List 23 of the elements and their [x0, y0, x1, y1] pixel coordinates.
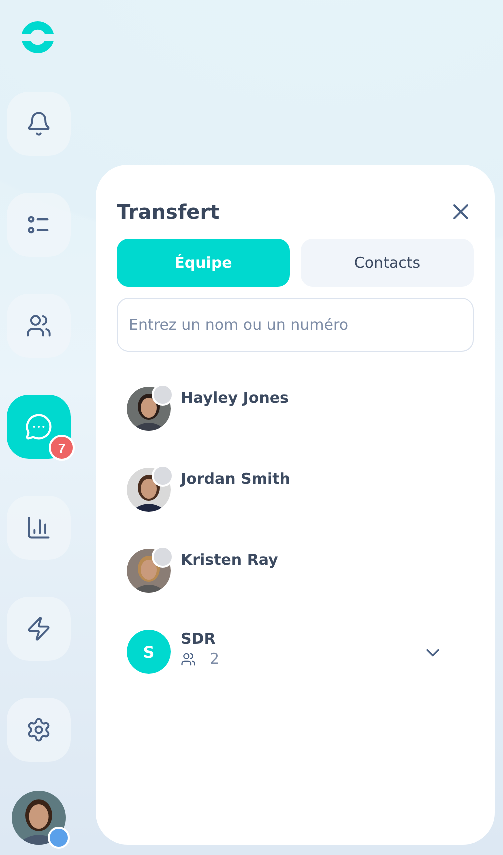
people-icon	[181, 652, 196, 666]
member-count: 2	[210, 650, 220, 668]
nav-button[interactable]	[7, 597, 71, 661]
group-avatar: S	[127, 630, 171, 674]
nav-button[interactable]	[7, 294, 71, 358]
tab[interactable]: Contacts	[301, 239, 474, 287]
contact-name[interactable]: Jordan Smith	[181, 470, 290, 488]
lightning-icon	[26, 616, 52, 642]
settings-icon	[26, 717, 52, 743]
people-icon	[26, 313, 52, 339]
group-name[interactable]: SDR	[181, 630, 412, 648]
nav-button[interactable]	[7, 193, 71, 257]
chat-bubble-icon	[25, 413, 53, 441]
contact-name[interactable]: Hayley Jones	[181, 389, 289, 407]
bar-chart-icon	[26, 515, 52, 541]
panel-title: Transfert	[117, 200, 220, 224]
nav-button[interactable]	[7, 496, 71, 560]
notification-badge: 7	[49, 435, 75, 461]
contact-name[interactable]: Kristen Ray	[181, 551, 278, 569]
bell-icon	[26, 111, 52, 137]
nav-button[interactable]	[7, 698, 71, 762]
search-field[interactable]: Entrez un nom ou un numéro	[117, 298, 474, 352]
nav-button[interactable]	[7, 92, 71, 156]
